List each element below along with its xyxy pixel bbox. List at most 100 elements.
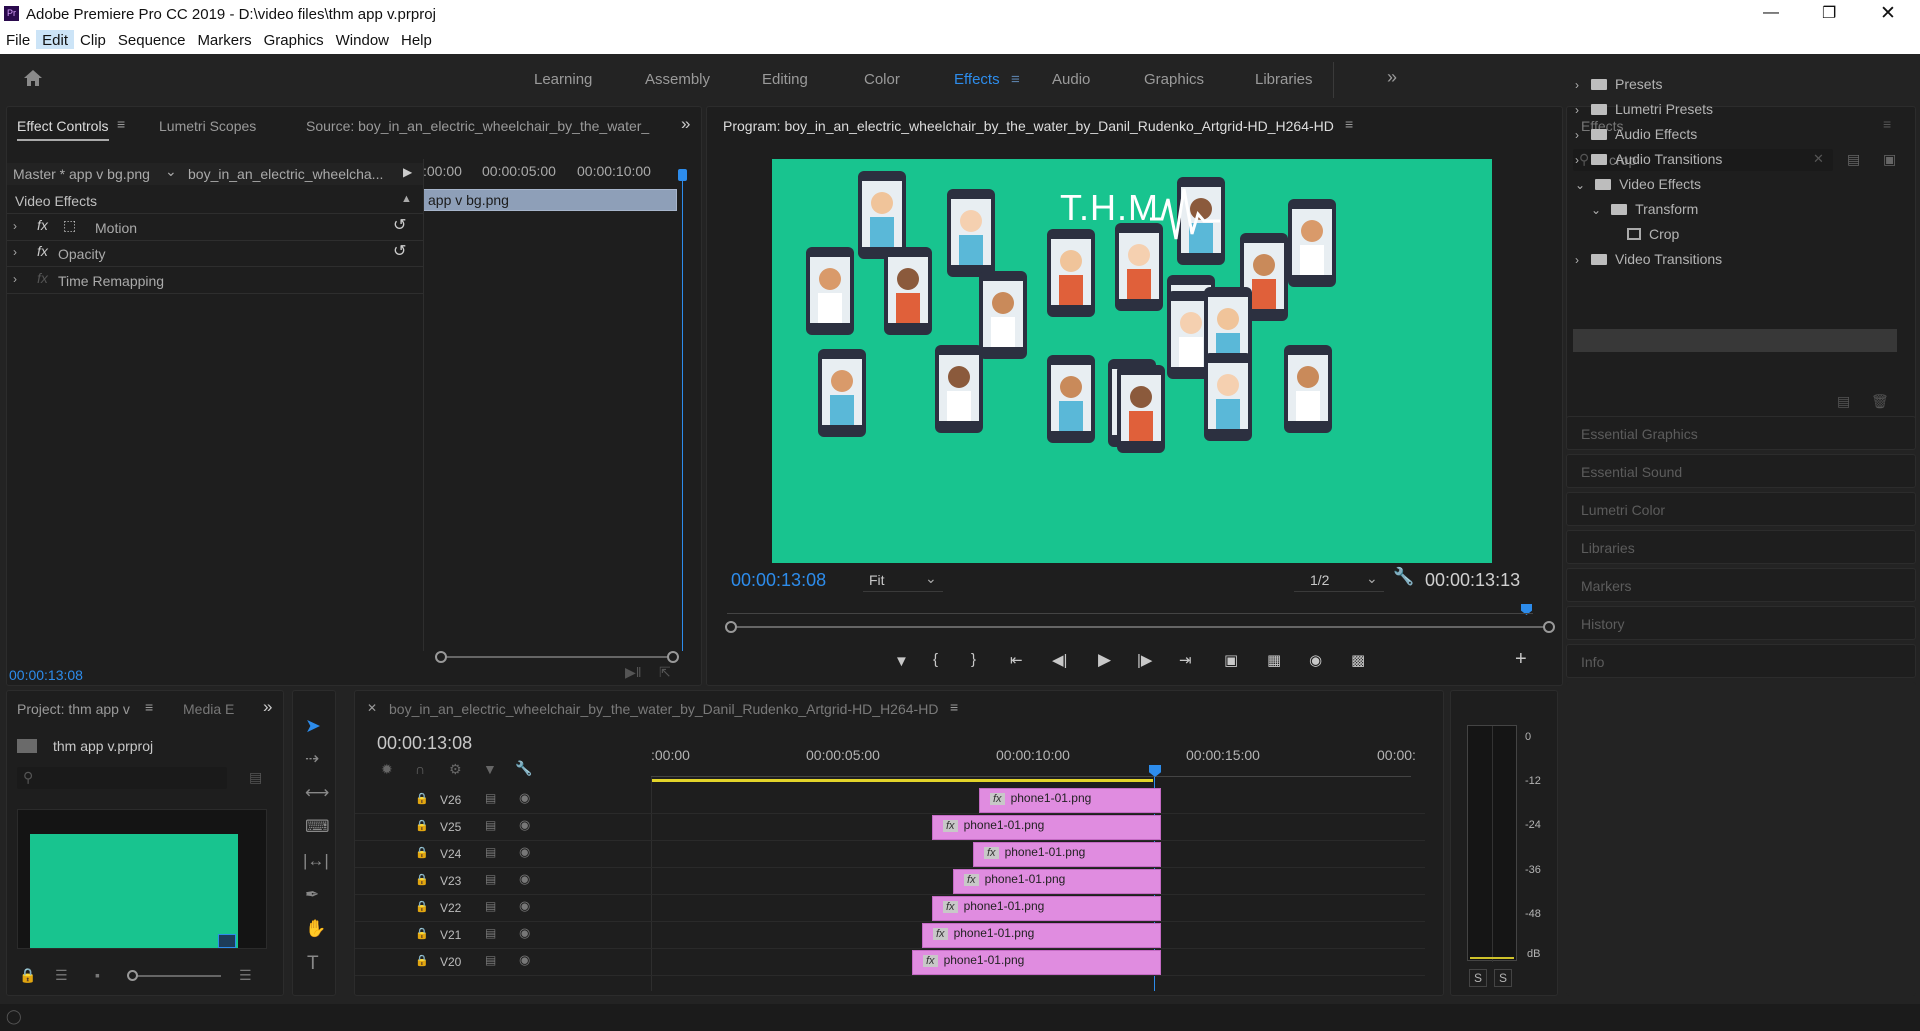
go-to-in-icon[interactable]: ⇤ bbox=[1010, 651, 1023, 669]
step-forward-icon[interactable]: |▶ bbox=[1137, 651, 1152, 669]
button-editor-icon[interactable]: + bbox=[1515, 648, 1527, 671]
motion-expand-icon[interactable]: › bbox=[13, 219, 17, 233]
fit-dropdown[interactable]: Fit ⌄ bbox=[863, 570, 943, 592]
sync-lock-icon[interactable]: ▤ bbox=[485, 899, 496, 913]
tab-media-encoder[interactable]: Media E bbox=[183, 701, 234, 717]
extract-icon[interactable]: ▦ bbox=[1267, 651, 1281, 669]
workspace-effects[interactable]: Effects bbox=[954, 71, 1000, 88]
lock-track-icon[interactable]: 🔒 bbox=[415, 819, 429, 832]
menu-edit[interactable]: Edit bbox=[36, 30, 75, 49]
tree-video-transitions[interactable]: › Video Transitions bbox=[1575, 251, 1722, 267]
timeline-clip[interactable]: fx phone1-01.png bbox=[979, 788, 1161, 813]
effect-time-remapping[interactable]: Time Remapping bbox=[58, 273, 164, 289]
tab-effect-controls[interactable]: Effect Controls bbox=[17, 118, 109, 134]
clear-search-icon[interactable]: ✕ bbox=[1813, 151, 1824, 167]
eye-icon[interactable]: ◉ bbox=[519, 790, 530, 806]
program-ruler[interactable] bbox=[727, 605, 1533, 617]
menu-clip[interactable]: Clip bbox=[74, 30, 112, 49]
home-icon[interactable] bbox=[22, 68, 44, 88]
workspace-color[interactable]: Color bbox=[864, 71, 900, 88]
tab-lumetri-scopes[interactable]: Lumetri Scopes bbox=[159, 118, 256, 134]
add-marker-icon[interactable]: ▼ bbox=[483, 761, 497, 777]
mini-playhead[interactable] bbox=[678, 169, 687, 181]
reset-opacity-icon[interactable]: ↺ bbox=[393, 241, 406, 261]
step-back-icon[interactable]: ◀| bbox=[1052, 651, 1067, 669]
timeline-timecode[interactable]: 00:00:13:08 bbox=[377, 733, 472, 754]
comparison-view-icon[interactable]: ▩ bbox=[1351, 651, 1365, 669]
program-video-frame[interactable]: T.H.M bbox=[772, 159, 1492, 563]
tree-presets[interactable]: › Presets bbox=[1575, 76, 1662, 92]
tree-audio-effects[interactable]: › Audio Effects bbox=[1575, 126, 1697, 142]
tab-project[interactable]: Project: thm app v bbox=[17, 701, 130, 717]
transform-box-icon[interactable]: ⬚ bbox=[63, 217, 76, 234]
info-panel[interactable]: Info bbox=[1566, 644, 1916, 678]
essential-sound-panel[interactable]: Essential Sound bbox=[1566, 454, 1916, 488]
type-tool-icon[interactable]: T bbox=[307, 953, 319, 975]
timeline-clip[interactable]: fx phone1-01.png bbox=[973, 842, 1161, 867]
sequence-menu-icon[interactable]: ≡ bbox=[950, 699, 958, 715]
sync-lock-icon[interactable]: ▤ bbox=[485, 845, 496, 859]
workspace-menu-icon[interactable]: ≡ bbox=[1011, 71, 1020, 88]
tab-source[interactable]: Source: boy_in_an_electric_wheelchair_by… bbox=[306, 118, 649, 134]
tree-lumetri-presets[interactable]: › Lumetri Presets bbox=[1575, 101, 1713, 117]
work-area-bar[interactable] bbox=[651, 779, 1153, 782]
sync-lock-icon[interactable]: ▤ bbox=[485, 818, 496, 832]
list-view-icon[interactable]: ☰ bbox=[55, 967, 68, 984]
lumetri-color-panel[interactable]: Lumetri Color bbox=[1566, 492, 1916, 526]
collapse-icon[interactable]: ▲ bbox=[401, 193, 412, 205]
lock-track-icon[interactable]: 🔒 bbox=[415, 792, 429, 805]
eye-icon[interactable]: ◉ bbox=[519, 952, 530, 968]
timeline-track-row[interactable]: 🔒 V23 ▤ ◉ fx phone1-01.png bbox=[355, 868, 1425, 895]
project-thumbnail[interactable] bbox=[17, 809, 267, 949]
eye-icon[interactable]: ◉ bbox=[519, 871, 530, 887]
icon-view-icon[interactable]: ▪ bbox=[95, 967, 100, 983]
resolution-dropdown[interactable]: 1/2 ⌄ bbox=[1294, 570, 1384, 592]
reset-motion-icon[interactable]: ↺ bbox=[393, 215, 406, 235]
restore-icon[interactable]: ❐ bbox=[1822, 3, 1836, 23]
menu-graphics[interactable]: Graphics bbox=[258, 30, 330, 49]
timeline-track-row[interactable]: 🔒 V22 ▤ ◉ fx phone1-01.png bbox=[355, 895, 1425, 922]
zoom-slider[interactable] bbox=[127, 970, 221, 981]
export-icon[interactable]: ⇱ bbox=[659, 664, 671, 681]
lock-track-icon[interactable]: 🔒 bbox=[415, 900, 429, 913]
menu-help[interactable]: Help bbox=[395, 30, 438, 49]
menu-sequence[interactable]: Sequence bbox=[112, 30, 192, 49]
lock-track-icon[interactable]: 🔒 bbox=[415, 873, 429, 886]
play-audio-icon[interactable]: ▶‖ bbox=[625, 664, 642, 681]
tree-crop[interactable]: Crop bbox=[1627, 226, 1679, 242]
panel-overflow-icon[interactable]: » bbox=[263, 697, 272, 717]
effects-menu-icon[interactable]: ≡ bbox=[1883, 116, 1891, 132]
menu-window[interactable]: Window bbox=[330, 30, 395, 49]
program-timecode[interactable]: 00:00:13:08 bbox=[731, 570, 826, 591]
mark-out-icon[interactable]: } bbox=[971, 651, 976, 668]
timeline-ruler[interactable] bbox=[651, 767, 1411, 777]
pen-tool-icon[interactable]: ✒ bbox=[305, 885, 319, 905]
ripple-edit-tool-icon[interactable]: ⟷ bbox=[305, 783, 329, 803]
sort-icon[interactable]: ☰ bbox=[239, 967, 252, 984]
zoom-scrollbar[interactable] bbox=[435, 651, 679, 663]
lift-icon[interactable]: ▣ bbox=[1224, 651, 1238, 669]
workspace-learning[interactable]: Learning bbox=[534, 71, 592, 88]
clip-name[interactable]: boy_in_an_electric_wheelcha... bbox=[188, 166, 383, 182]
sync-lock-icon[interactable]: ▤ bbox=[485, 953, 496, 967]
workspace-overflow-icon[interactable]: » bbox=[1387, 67, 1397, 88]
mark-in-icon[interactable]: { bbox=[933, 651, 938, 668]
play-icon[interactable]: ▶ bbox=[1098, 650, 1111, 670]
timeline-track-row[interactable]: 🔒 V20 ▤ ◉ fx phone1-01.png bbox=[355, 949, 1425, 976]
razor-tool-icon[interactable]: ⌨ bbox=[305, 817, 330, 837]
timeline-clip[interactable]: fx phone1-01.png bbox=[932, 815, 1161, 840]
program-title[interactable]: Program: boy_in_an_electric_wheelchair_b… bbox=[723, 118, 1334, 134]
add-marker-icon[interactable]: ▼ bbox=[894, 653, 909, 670]
new-bin-icon[interactable]: ▤ bbox=[1847, 151, 1860, 168]
tree-video-effects[interactable]: ⌄ Video Effects bbox=[1575, 176, 1701, 192]
selection-tool-icon[interactable]: ➤ bbox=[305, 715, 321, 738]
history-panel[interactable]: History bbox=[1566, 606, 1916, 640]
markers-panel[interactable]: Markers bbox=[1566, 568, 1916, 602]
timeline-clip[interactable]: fx phone1-01.png bbox=[922, 923, 1161, 948]
project-menu-icon[interactable]: ≡ bbox=[145, 699, 153, 715]
timeline-track-row[interactable]: 🔒 V24 ▤ ◉ fx phone1-01.png bbox=[355, 841, 1425, 868]
timeline-track-row[interactable]: 🔒 V25 ▤ ◉ fx phone1-01.png bbox=[355, 814, 1425, 841]
libraries-panel[interactable]: Libraries bbox=[1566, 530, 1916, 564]
nest-icon[interactable]: ✹ bbox=[381, 761, 393, 778]
new-custom-bin-icon[interactable]: ▤ bbox=[1837, 393, 1850, 410]
